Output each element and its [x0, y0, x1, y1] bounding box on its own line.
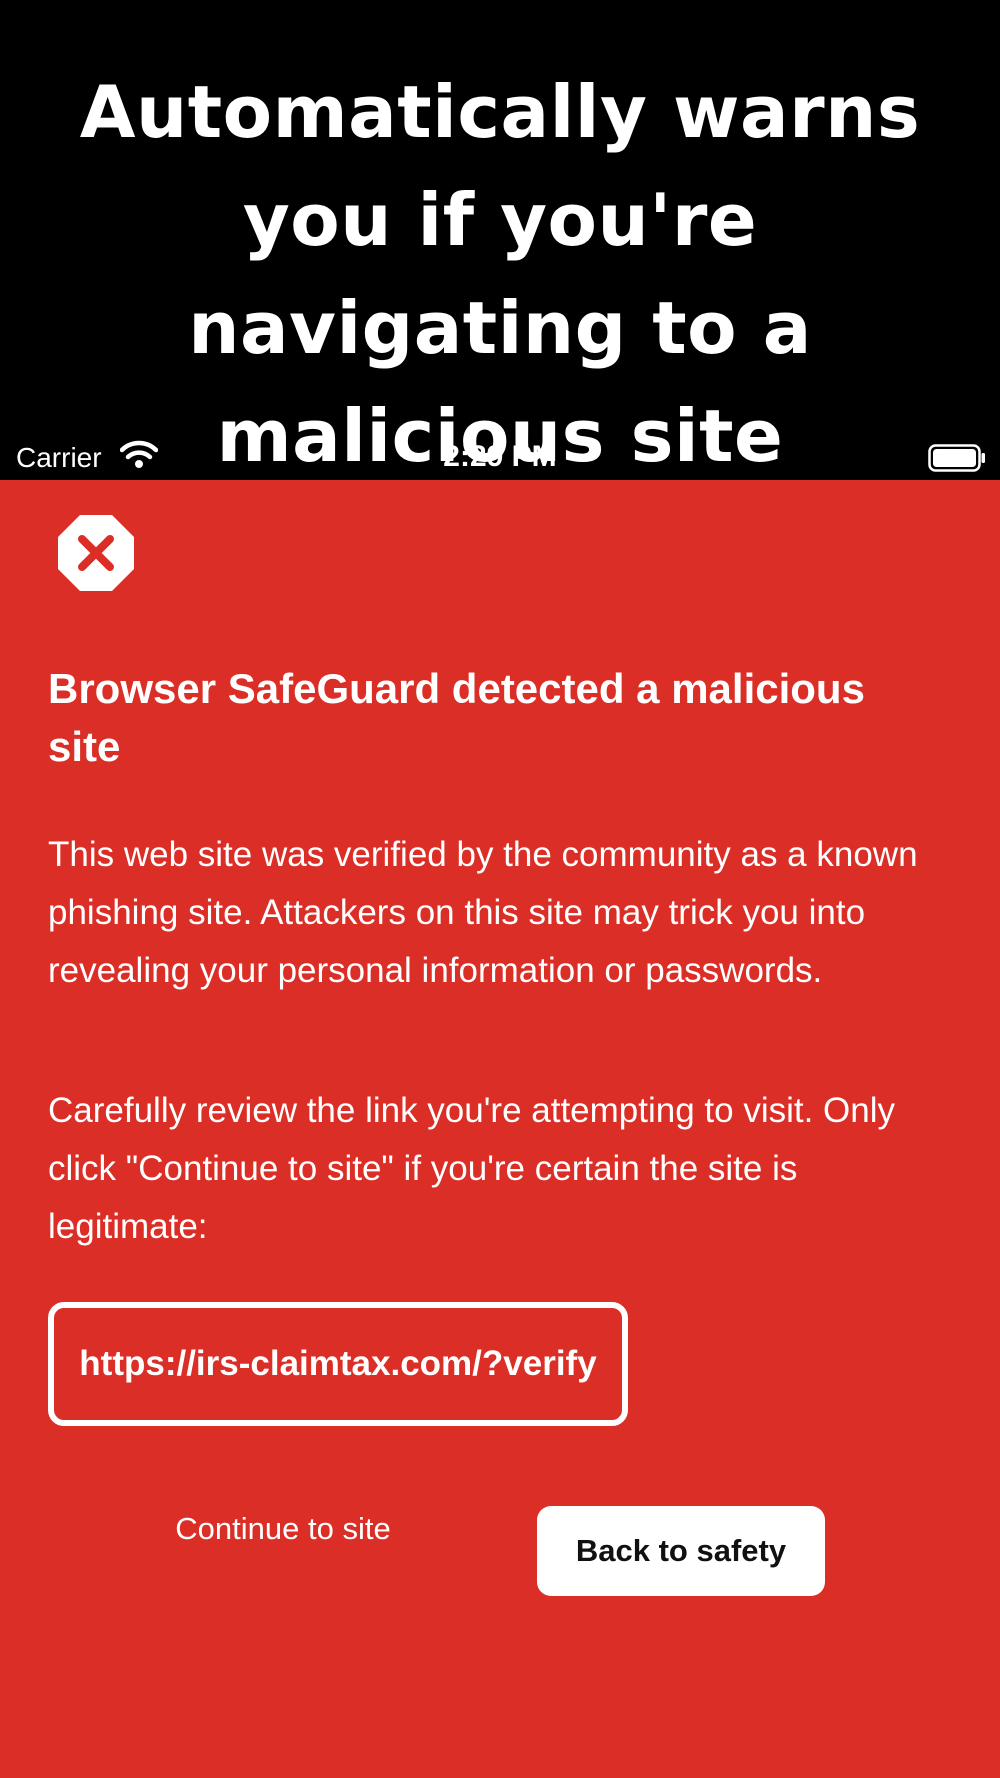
status-time: 2:29 PM — [443, 440, 557, 473]
warning-description: This web site was verified by the commun… — [48, 835, 918, 990]
warning-title: Browser SafeGuard detected a malicious s… — [48, 665, 865, 770]
blocked-url: https://irs-claimtax.com/?verify — [79, 1344, 597, 1383]
back-to-safety-button[interactable]: Back to safety — [537, 1506, 825, 1596]
battery-icon — [928, 444, 985, 472]
continue-to-site-button[interactable]: Continue to site — [150, 1506, 416, 1552]
warning-instructions: Carefully review the link you're attempt… — [48, 1091, 896, 1246]
warning-screen: Browser SafeGuard detected a malicious s… — [0, 480, 1000, 1778]
stop-x-icon — [58, 515, 134, 591]
promo-banner: Automatically warns you if you're naviga… — [0, 0, 1000, 480]
status-bar: Carrier 2:29 PM — [0, 430, 1000, 480]
url-box: https://irs-claimtax.com/?verify — [48, 1302, 628, 1426]
promo-title: Automatically warns you if you're naviga… — [79, 70, 921, 478]
